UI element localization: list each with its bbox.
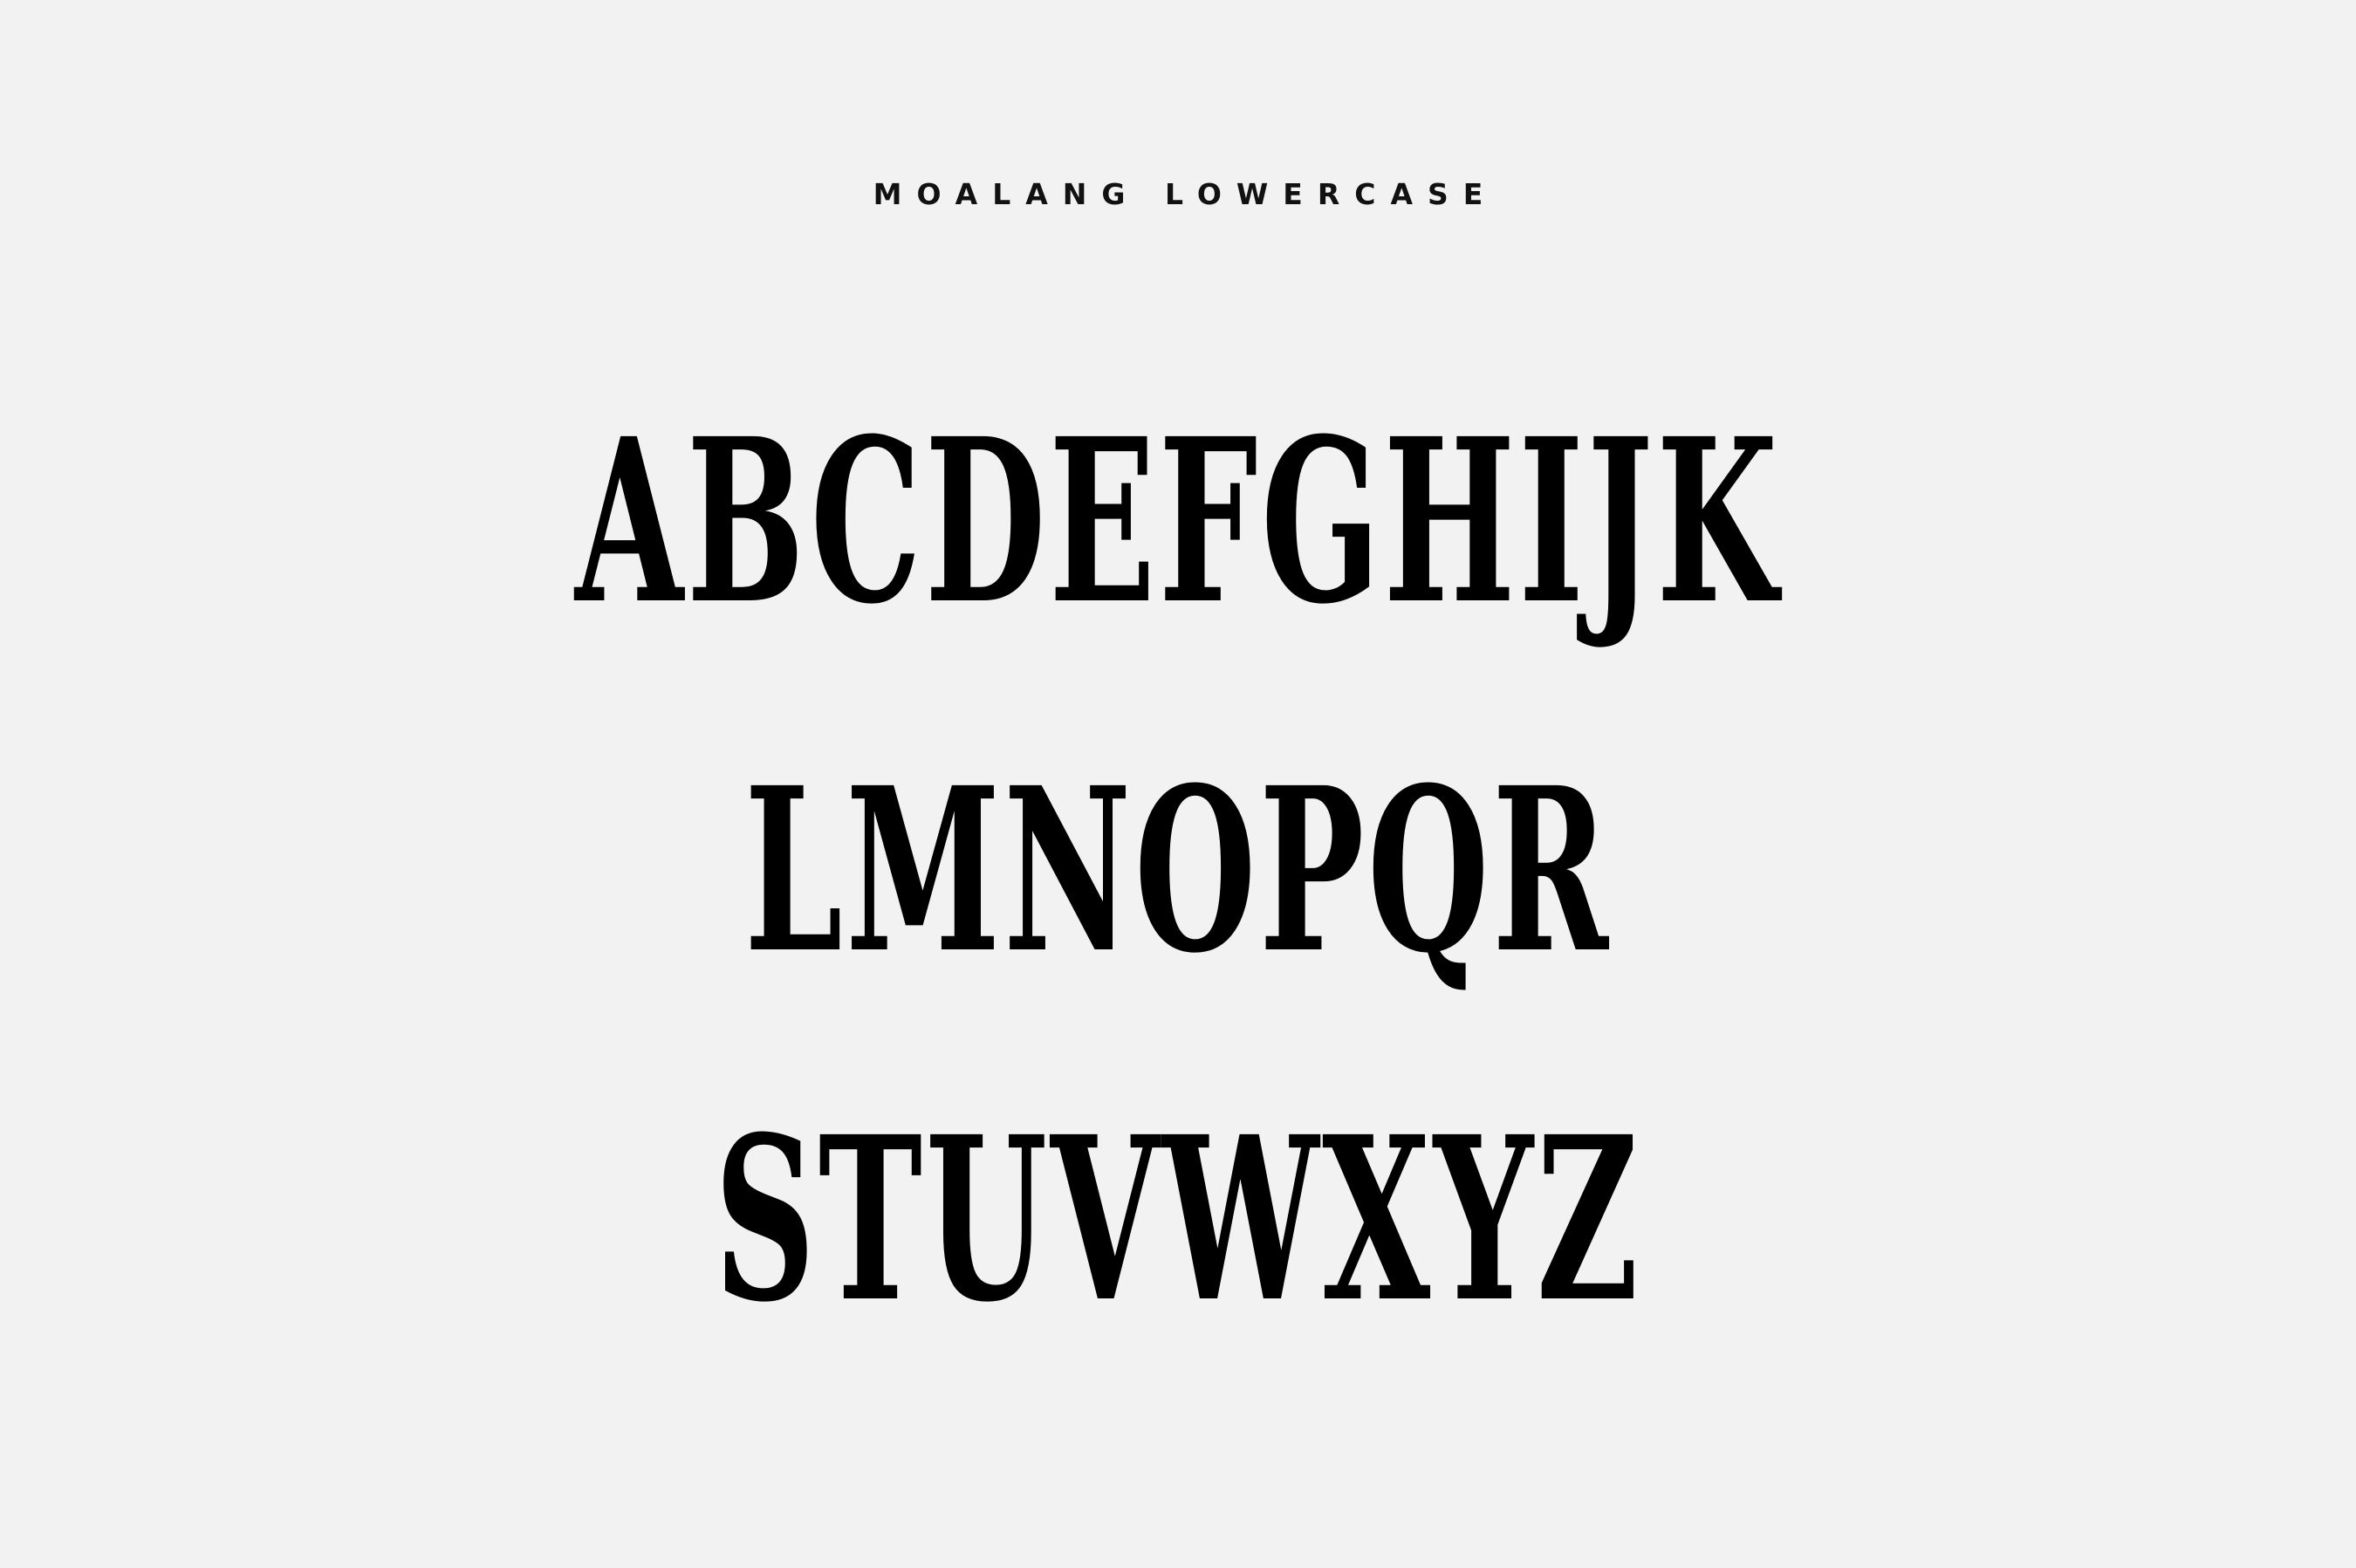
specimen-title: MOALANG LOWERCASE xyxy=(873,177,1498,211)
glyph-row-a-to-k: ABCDEFGHIJK xyxy=(575,389,1781,654)
glyph-row-s-to-z: STUVWXYZ xyxy=(714,1087,1642,1352)
glyph-row-l-to-r: LMNOPQR xyxy=(744,738,1612,1003)
